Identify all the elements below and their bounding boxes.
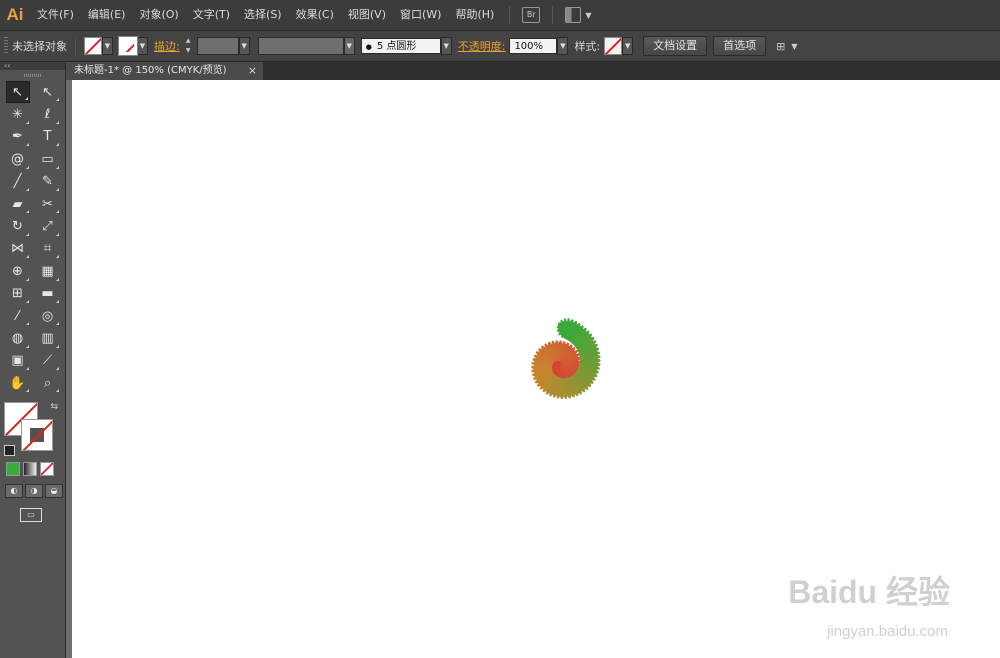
spiral-tool[interactable]: @ [6, 148, 30, 170]
color-mode-icon[interactable] [6, 462, 20, 477]
menu-type[interactable]: 文字(T) [186, 0, 237, 30]
brush-definition[interactable]: ● 5 点圆形 [360, 38, 441, 54]
illustrator-logo: Ai [6, 5, 24, 24]
menu-help[interactable]: 帮助(H) [448, 0, 501, 30]
color-modes [6, 462, 65, 477]
pen-tool[interactable]: ✒ [6, 126, 30, 148]
menu-object[interactable]: 对象(O) [132, 0, 185, 30]
opacity-label[interactable]: 不透明度: [458, 38, 506, 54]
lasso-tool[interactable]: ℓ [36, 103, 60, 125]
zoom-tool[interactable]: ⌕ [36, 372, 60, 394]
menu-edit[interactable]: 编辑(E) [81, 0, 133, 30]
draw-modes: ◐ ◑ ◒ [5, 484, 65, 499]
fill-dropdown[interactable]: ▼ [102, 37, 113, 55]
menu-divider [509, 6, 511, 24]
width-tool[interactable]: ⋈ [6, 238, 30, 260]
menu-select[interactable]: 选择(S) [237, 0, 289, 30]
screen-mode-icon[interactable]: ▭ [20, 508, 42, 523]
stroke-swatch[interactable] [119, 37, 137, 55]
perspective-grid-tool[interactable]: ▦ [36, 260, 60, 282]
pencil-tool[interactable]: ✎ [36, 171, 60, 193]
paintbrush-tool[interactable]: ╱ [6, 171, 30, 193]
rotate-tool[interactable]: ↻ [6, 215, 30, 237]
graphic-style-dropdown[interactable]: ▼ [622, 37, 634, 55]
menu-effect[interactable]: 效果(C) [289, 0, 341, 30]
symbol-sprayer-tool[interactable]: ◍ [6, 327, 30, 349]
swap-fill-stroke-icon[interactable]: ⇆ [50, 402, 58, 412]
profile-dropdown[interactable]: ▼ [343, 37, 355, 55]
shape-builder-tool[interactable]: ⊕ [6, 260, 30, 282]
stroke-box[interactable] [21, 419, 53, 452]
bridge-icon[interactable]: Br [522, 7, 541, 23]
document-tab[interactable]: 未标题-1* @ 150% (CMYK/预览) × [66, 62, 263, 80]
gradient-mode-icon[interactable] [23, 462, 37, 477]
default-fill-stroke-icon[interactable] [4, 445, 15, 457]
close-icon[interactable]: × [248, 62, 257, 80]
scale-tool[interactable]: ⤢ [36, 215, 60, 237]
preferences-button[interactable]: 首选项 [713, 36, 767, 56]
chevron-down-icon[interactable]: ▼ [791, 42, 797, 51]
draw-normal-icon[interactable]: ◐ [5, 484, 23, 499]
tool-grid: ↖ ↖ ✳ ℓ ✒ T @ ▭ ╱ ✎ ▰ ✂ ↻ ⤢ ⋈ ⌗ ⊕ ▦ ⊞ ▬ ⁄ ◎ ◍ ▥ ▣ ⟋ ✋ ⌕ [0, 81, 65, 394]
blend-tool[interactable]: ◎ [36, 305, 60, 327]
stroke-weight-field[interactable] [196, 37, 239, 55]
rectangle-tool[interactable]: ▭ [36, 148, 60, 170]
stroke-weight-dropdown[interactable]: ▼ [238, 37, 250, 55]
direct-selection-tool[interactable]: ↖ [36, 81, 60, 103]
document-tab-strip: 未标题-1* @ 150% (CMYK/预览) × [66, 62, 1000, 80]
stroke-dropdown[interactable]: ▼ [137, 37, 148, 55]
divider [75, 37, 76, 55]
menu-view[interactable]: 视图(V) [341, 0, 393, 30]
selection-status: 未选择对象 [12, 40, 67, 53]
chevron-down-icon[interactable]: ▼ [585, 11, 591, 20]
brush-dropdown[interactable]: ▼ [440, 37, 452, 55]
arrange-icon[interactable]: ⊞ [776, 40, 785, 53]
selection-tool[interactable]: ↖ [5, 81, 30, 104]
watermark-url: jingyan.baidu.com [827, 623, 948, 640]
graphic-style-swatch[interactable] [604, 37, 623, 55]
mesh-tool[interactable]: ⊞ [6, 283, 30, 305]
panel-grip[interactable] [4, 37, 8, 55]
gradient-tool[interactable]: ▬ [36, 283, 60, 305]
tools-panel: ‹‹ ↖ ↖ ✳ ℓ ✒ T @ ▭ ╱ ✎ ▰ ✂ ↻ ⤢ ⋈ ⌗ ⊕ ▦ ⊞ ▬ ⁄ ◎ ◍ ▥ ▣ ⟋ ✋ ⌕ ⇆ ◐ ◑ ◒ … [0, 62, 66, 658]
menu-bar: Ai 文件(F) 编辑(E) 对象(O) 文字(T) 选择(S) 效果(C) 视… [0, 0, 1000, 31]
arrange-documents-icon[interactable] [565, 7, 582, 23]
brush-dot-icon: ● [365, 43, 372, 51]
document-setup-button[interactable]: 文档设置 [643, 36, 708, 56]
artboard-tool[interactable]: ▣ [6, 350, 30, 372]
menu-divider [552, 6, 554, 24]
type-tool[interactable]: T [36, 126, 60, 148]
draw-inside-icon[interactable]: ◒ [45, 484, 63, 499]
stroke-weight-stepper[interactable]: ▲ ▼ [184, 37, 193, 55]
draw-behind-icon[interactable]: ◑ [25, 484, 43, 499]
opacity-dropdown[interactable]: ▼ [557, 37, 569, 55]
none-mode-icon[interactable] [40, 462, 54, 477]
slice-tool[interactable]: ⟋ [36, 350, 60, 372]
menu-window[interactable]: 窗口(W) [393, 0, 448, 30]
eyedropper-tool[interactable]: ⁄ [6, 305, 30, 327]
stroke-label[interactable]: 描边: [154, 38, 180, 54]
menu-file[interactable]: 文件(F) [30, 0, 81, 30]
collapse-icon[interactable]: ‹‹ [0, 62, 65, 70]
style-label: 样式: [574, 40, 601, 53]
panel-grip[interactable] [23, 74, 42, 77]
free-transform-tool[interactable]: ⌗ [36, 238, 60, 260]
column-graph-tool[interactable]: ▥ [36, 327, 60, 349]
brush-value: 5 点圆形 [376, 41, 417, 52]
artboard-canvas[interactable]: Baidu 经验 jingyan.baidu.com [66, 80, 1000, 658]
fill-swatch[interactable] [84, 37, 102, 55]
document-tab-title: 未标题-1* @ 150% (CMYK/预览) [74, 65, 227, 76]
hand-tool[interactable]: ✋ [6, 372, 30, 394]
scissors-tool[interactable]: ✂ [36, 193, 60, 215]
fill-stroke-control: ⇆ [4, 402, 60, 458]
control-bar: 未选择对象 ▼ ▼ 描边: ▲ ▼ ▼ ▼ ● 5 点圆形 ▼ 不透明度: 100%… [0, 31, 1000, 62]
opacity-input[interactable]: 100% [509, 38, 558, 54]
baidu-watermark: Baidu 经验 [788, 574, 950, 610]
blob-brush-tool[interactable]: ▰ [6, 193, 30, 215]
magic-wand-tool[interactable]: ✳ [6, 103, 30, 125]
variable-width-profile[interactable] [257, 37, 344, 55]
